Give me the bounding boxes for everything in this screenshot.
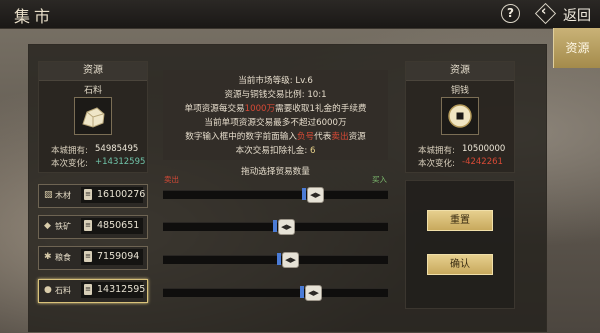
stone-icon — [74, 97, 112, 135]
slider-handle[interactable]: ◀▶ — [278, 219, 295, 235]
slider-fill-marker — [273, 220, 277, 232]
buy-owned-value: 10500000 — [462, 144, 506, 154]
confirm-button[interactable]: 确认 — [427, 254, 493, 275]
trade-slider-ore[interactable]: ◀▶ — [163, 219, 388, 235]
sell-resource-card: 资源 石料 本城拥有: 54985495 本次变化: +14312595 — [38, 61, 148, 173]
buy-owned-label: 本城拥有: — [418, 146, 455, 156]
buy-change-label: 本次变化: — [418, 159, 455, 169]
slider-handle[interactable]: ◀▶ — [307, 187, 324, 203]
trade-slider-grain[interactable]: ◀▶ — [163, 252, 388, 268]
resource-name: 石料 — [55, 286, 71, 295]
quantity-input[interactable]: ≡ 7159094 — [81, 249, 143, 265]
help-button[interactable]: ? — [501, 4, 520, 23]
quantity-value: 16100276 — [97, 189, 146, 200]
calculator-icon: ≡ — [84, 284, 92, 295]
resource-name: 粮食 — [55, 253, 71, 262]
resource-row-wood[interactable]: ▧ 木材 ≡ 16100276 — [38, 184, 148, 208]
resource-name: 木材 — [55, 191, 71, 200]
fee-rule-amount: 1000万 — [244, 104, 276, 114]
quantity-input[interactable]: ≡ 14312595 — [81, 282, 146, 298]
buy-resource-card: 资源 铜钱 本城拥有: 10500000 本次变化: -4242261 — [405, 61, 515, 173]
coin-icon — [441, 97, 479, 135]
resource-name: 铁矿 — [55, 222, 71, 231]
sell-hint-part3: 资源 — [348, 132, 366, 142]
slider-fill-marker — [300, 286, 304, 298]
fee-deduction-label: 本次交易扣除礼金: — [235, 146, 308, 156]
log-icon: ▧ — [44, 190, 53, 200]
resource-row-stone[interactable]: ● 石料 ≡ 14312595 — [38, 279, 148, 303]
top-bar: 集市 ? ‹ 返回 — [0, 0, 600, 29]
buy-card-header: 资源 — [406, 62, 514, 81]
resource-row-ore[interactable]: ◆ 铁矿 ≡ 4850651 — [38, 215, 148, 239]
back-arrow-icon: ‹ — [541, 4, 547, 19]
sell-change-label: 本次变化: — [51, 159, 88, 169]
sell-hint-part2: 代表 — [314, 132, 332, 142]
quantity-input[interactable]: ≡ 16100276 — [81, 187, 146, 203]
fee-rule-part1: 单项资源每交易 — [184, 104, 245, 114]
quantity-value: 14312595 — [97, 284, 146, 295]
calculator-icon: ≡ — [84, 251, 92, 262]
quantity-input[interactable]: ≡ 4850651 — [81, 218, 143, 234]
sell-card-header: 资源 — [39, 62, 147, 81]
slider-title: 拖动选择贸易数量 — [241, 167, 310, 177]
sell-change-value: +14312595 — [95, 157, 146, 167]
back-button[interactable]: ‹ 返回 — [530, 0, 600, 28]
sell-owned-label: 本城拥有: — [51, 146, 88, 156]
slider-fill-marker — [277, 253, 281, 265]
tab-resources-label: 资源 — [565, 41, 590, 55]
sell-side-label: 卖出 — [164, 175, 179, 184]
trade-limit-text: 当前单项资源交易最多不超过6000万 — [204, 118, 347, 128]
reset-button[interactable]: 重置 — [427, 210, 493, 231]
tab-resources[interactable]: 资源 — [553, 28, 600, 68]
sell-hint-part1: 数字输入框中的数字前面输入 — [185, 132, 297, 142]
grain-icon: ✱ — [44, 252, 52, 262]
ore-icon: ◆ — [44, 221, 51, 231]
fee-rule-text: 单项资源每交易1000万需要收取1礼金的手续费 — [163, 102, 388, 114]
trade-slider-stone[interactable]: ◀▶ — [163, 285, 388, 301]
resource-row-grain[interactable]: ✱ 粮食 ≡ 7159094 — [38, 246, 148, 270]
slider-fill-marker — [302, 188, 306, 200]
buy-change-value: -4242261 — [462, 157, 503, 167]
sell-hint-minus: 负号 — [296, 132, 315, 142]
buy-side-label: 买入 — [372, 175, 387, 184]
market-info-box: 当前市场等级: Lv.6 资源与铜钱交易比例: 10:1 单项资源每交易1000… — [163, 70, 388, 160]
sell-owned-value: 54985495 — [95, 144, 139, 154]
slider-handle[interactable]: ◀▶ — [305, 285, 322, 301]
slider-header: 拖动选择贸易数量 卖出 买入 — [163, 165, 388, 187]
exchange-ratio-text: 资源与铜钱交易比例: 10:1 — [224, 90, 327, 100]
buy-item-name: 铜钱 — [450, 86, 469, 96]
slider-handle[interactable]: ◀▶ — [282, 252, 299, 268]
market-screen: 集市 ? ‹ 返回 资源 资源 石料 本城拥有: 54985495 本次变化: … — [0, 0, 600, 333]
quantity-value: 4850651 — [97, 220, 140, 231]
sell-hint-text: 数字输入框中的数字前面输入负号代表卖出资源 — [163, 130, 388, 142]
sell-hint-sell: 卖出 — [331, 132, 349, 142]
fee-rule-part2: 需要收取1礼金的手续费 — [275, 104, 367, 114]
sell-item-name: 石料 — [83, 86, 102, 96]
action-panel — [405, 180, 515, 309]
fee-deduction-text: 本次交易扣除礼金: 6 — [163, 144, 388, 156]
stone-small-icon: ● — [44, 285, 52, 295]
page-title: 集市 — [14, 7, 55, 26]
market-level-text: 当前市场等级: Lv.6 — [238, 76, 313, 86]
back-label: 返回 — [563, 8, 591, 24]
calculator-icon: ≡ — [84, 189, 92, 200]
fee-deduction-value: 6 — [309, 146, 316, 156]
calculator-icon: ≡ — [84, 220, 92, 231]
trade-slider-wood[interactable]: ◀▶ — [163, 187, 388, 203]
quantity-value: 7159094 — [97, 251, 140, 262]
